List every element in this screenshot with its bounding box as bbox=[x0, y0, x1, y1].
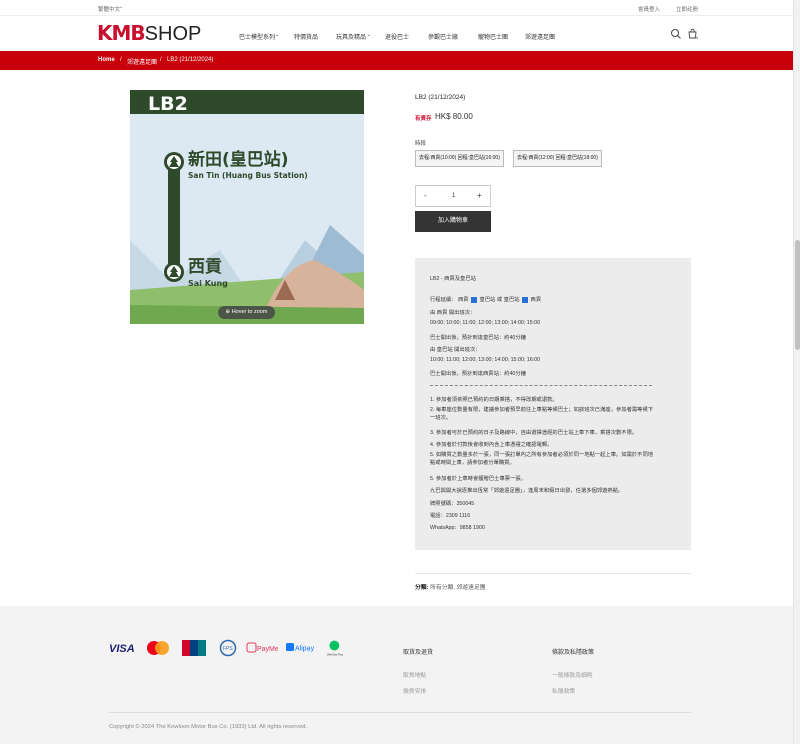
search-icon[interactable] bbox=[670, 28, 682, 40]
fps-icon: FPS bbox=[219, 639, 237, 657]
stock-status: 有貨存 bbox=[415, 116, 432, 122]
stop2-chinese: 西貢 bbox=[188, 257, 222, 277]
whatsapp-number: WhatsApp：9858 1900 bbox=[430, 525, 485, 531]
svg-text:0: 0 bbox=[696, 35, 699, 40]
chevron-down-icon: ⌄ bbox=[275, 32, 280, 38]
promo-text: 九巴與開大說逐推出恆常「郊遊遠足團」，逢周末和假日出發，任選多個郊遊熱點。 bbox=[430, 488, 624, 494]
quantity-stepper: - 1 + bbox=[415, 185, 491, 207]
top-utility-bar: 繁體中文 ⌄ 會員登入 立即註冊 bbox=[0, 0, 793, 16]
svg-text:Alipay: Alipay bbox=[295, 646, 315, 653]
itinerary-line: 行程延續： 西貢 皇巴站 或 皇巴站 西貢 bbox=[430, 296, 542, 303]
nav-item-pet-bus[interactable]: 寵物巴士團 bbox=[478, 32, 508, 41]
breadcrumb-home[interactable]: Home bbox=[98, 57, 115, 63]
unionpay-icon bbox=[182, 640, 206, 656]
svg-text:FPS: FPS bbox=[223, 646, 233, 652]
arrow-icon bbox=[522, 296, 529, 303]
breadcrumb-separator: / bbox=[120, 57, 122, 63]
scrollbar[interactable] bbox=[793, 0, 800, 744]
note-5: 5. 如購買之數量多於一張，同一張訂單內之所有參加者必須於同一地點一起上車。如需… bbox=[430, 452, 654, 466]
breadcrumb-current: LB2 (21/12/2024) bbox=[167, 57, 214, 63]
footer-link-privacy[interactable]: 私隱政策 bbox=[552, 686, 575, 695]
scrollbar-thumb[interactable] bbox=[795, 240, 800, 350]
mastercard-icon bbox=[147, 641, 169, 655]
footer-link-terms[interactable]: 一般條款及細則 bbox=[552, 670, 593, 679]
site-logo[interactable]: KMBSHOP bbox=[97, 22, 201, 45]
huangbus-times: 10:00; 11:00; 12:00; 13:00; 14:00; 15:00… bbox=[430, 357, 541, 363]
footer-col2-title: 條款及私隱政策 bbox=[552, 650, 595, 656]
footer-link-pickup[interactable]: 取貨地點 bbox=[403, 670, 426, 679]
divider bbox=[415, 573, 691, 574]
cart-icon[interactable]: 0 bbox=[687, 28, 699, 40]
nav-item-hiking-tour[interactable]: 郊遊遠足團 bbox=[525, 32, 555, 41]
route-number: LB2 bbox=[148, 93, 188, 115]
svg-text:WeChat Pay: WeChat Pay bbox=[327, 652, 344, 656]
footer-col1-title: 取貨及退貨 bbox=[403, 650, 434, 656]
stop1-english: San Tin (Huang Bus Station) bbox=[188, 171, 308, 180]
copyright: Copyright © 2024 The Kowloon Motor Bus C… bbox=[109, 724, 308, 730]
language-selector[interactable]: 繁體中文 bbox=[98, 5, 120, 13]
arrow-icon bbox=[471, 296, 478, 303]
svg-text:PayMe: PayMe bbox=[257, 646, 278, 653]
qty-value[interactable]: 1 bbox=[452, 193, 455, 199]
chevron-down-icon: ⌄ bbox=[119, 4, 124, 10]
timeslot-option-2[interactable]: 去程:西貢(12:00) 回程:皇巴站(18:00) bbox=[513, 150, 602, 167]
saikung-times: 09:00; 10:00; 11:00; 12:00; 13:00; 14:00… bbox=[430, 320, 541, 326]
note-4: 4. 參加者於付款後會收到內含上車憑證之確認電郵。 bbox=[430, 442, 553, 448]
stop2-english: Sai Kung bbox=[188, 279, 228, 288]
login-link[interactable]: 會員登入 bbox=[638, 5, 660, 13]
stop1-chinese: 新田(皇巴站) bbox=[188, 149, 289, 170]
product-image[interactable]: LB2 新田(皇巴站) San Tin (Huang Bus Station) … bbox=[130, 90, 364, 324]
huangbus-travel-time: 巴士開出後，預計到達西貢站：約40分鐘 bbox=[430, 371, 526, 377]
divider bbox=[430, 385, 652, 386]
footer-link-exchange[interactable]: 換貨安排 bbox=[403, 686, 426, 695]
nav-item-toys-gifts[interactable]: 玩具及精品 bbox=[336, 32, 366, 41]
register-link[interactable]: 立即註冊 bbox=[676, 5, 698, 13]
site-footer: VISA FPS PayMe Alipay WeChat Pay 取貨及退貨 取… bbox=[0, 606, 793, 744]
visa-icon: VISA bbox=[109, 643, 135, 655]
saikung-departures-label: 由 西貢 開出班次： bbox=[430, 310, 476, 316]
site-header: KMBSHOP 巴士模型系列 ⌄ 特價貨品 玩具及精品 ⌄ 退役巴士 參觀巴士廠… bbox=[0, 16, 793, 51]
category-links[interactable]: 所有分類, 郊遊遠足團 bbox=[430, 585, 485, 591]
note-2: 2. 每車座位數量有限，建議參加者預早前往上車點等候巴士；如該班次已滿座，參加者… bbox=[430, 407, 654, 421]
qty-minus-button[interactable]: - bbox=[424, 191, 427, 200]
qty-plus-button[interactable]: + bbox=[477, 191, 482, 200]
breadcrumb-category[interactable]: 郊遊遠足團 bbox=[127, 57, 157, 66]
note-3: 3. 參加者可於已預約的日子及路線中，自由選擇途經的巴士站上車下車，乘搭次數不限… bbox=[430, 430, 638, 436]
chevron-down-icon: ⌄ bbox=[367, 32, 372, 38]
product-description: LB2 - 西貢及皇巴站 行程延續： 西貢 皇巴站 或 皇巴站 西貢 由 西貢 … bbox=[415, 258, 691, 550]
breadcrumb: Home / 郊遊遠足團 / LB2 (21/12/2024) bbox=[0, 51, 793, 70]
nav-item-sale[interactable]: 特價貨品 bbox=[294, 32, 318, 41]
phone-number: 電話：2309 1116 bbox=[430, 513, 471, 519]
nav-item-retired-bus[interactable]: 退役巴士 bbox=[385, 32, 409, 41]
add-to-cart-button[interactable]: 加入購物車 bbox=[415, 211, 491, 232]
huangbus-departures-label: 由 皇巴站 開出班次： bbox=[430, 347, 481, 353]
timeslot-option-1[interactable]: 去程:西貢(10:00) 回程:皇巴站(16:00) bbox=[415, 150, 504, 167]
nav-item-bus-models[interactable]: 巴士模型系列 bbox=[239, 32, 275, 41]
payme-icon: PayMe bbox=[246, 642, 278, 653]
footer-divider bbox=[109, 712, 691, 713]
license-number: 牌照號碼：350045 bbox=[430, 501, 475, 507]
note-6: 5. 參加者於上車時會獲贈巴士車票一張。 bbox=[430, 476, 526, 482]
option-label: 時段 bbox=[415, 141, 427, 147]
alipay-icon: Alipay bbox=[286, 643, 315, 653]
breadcrumb-separator: / bbox=[160, 57, 162, 63]
product-price: HK$ 80.00 bbox=[435, 112, 473, 121]
product-title: LB2 (21/12/2024) bbox=[415, 94, 466, 101]
route-name: LB2 - 西貢及皇巴站 bbox=[430, 276, 476, 282]
hover-to-zoom-badge: ⊕ Hover to zoom bbox=[218, 306, 275, 319]
svg-text:VISA: VISA bbox=[109, 643, 135, 655]
zoom-icon: ⊕ bbox=[225, 309, 231, 315]
nav-item-depot-visit[interactable]: 參觀巴士廠 bbox=[428, 32, 458, 41]
saikung-travel-time: 巴士開出後，預計到達皇巴站：約40分鐘 bbox=[430, 335, 526, 341]
note-1: 1. 參加者須依照已預約的日期乘搭，不得改期或退款。 bbox=[430, 397, 558, 403]
product-categories: 分類: 所有分類, 郊遊遠足團 bbox=[415, 585, 486, 591]
wechat-pay-icon: WeChat Pay bbox=[327, 640, 344, 656]
